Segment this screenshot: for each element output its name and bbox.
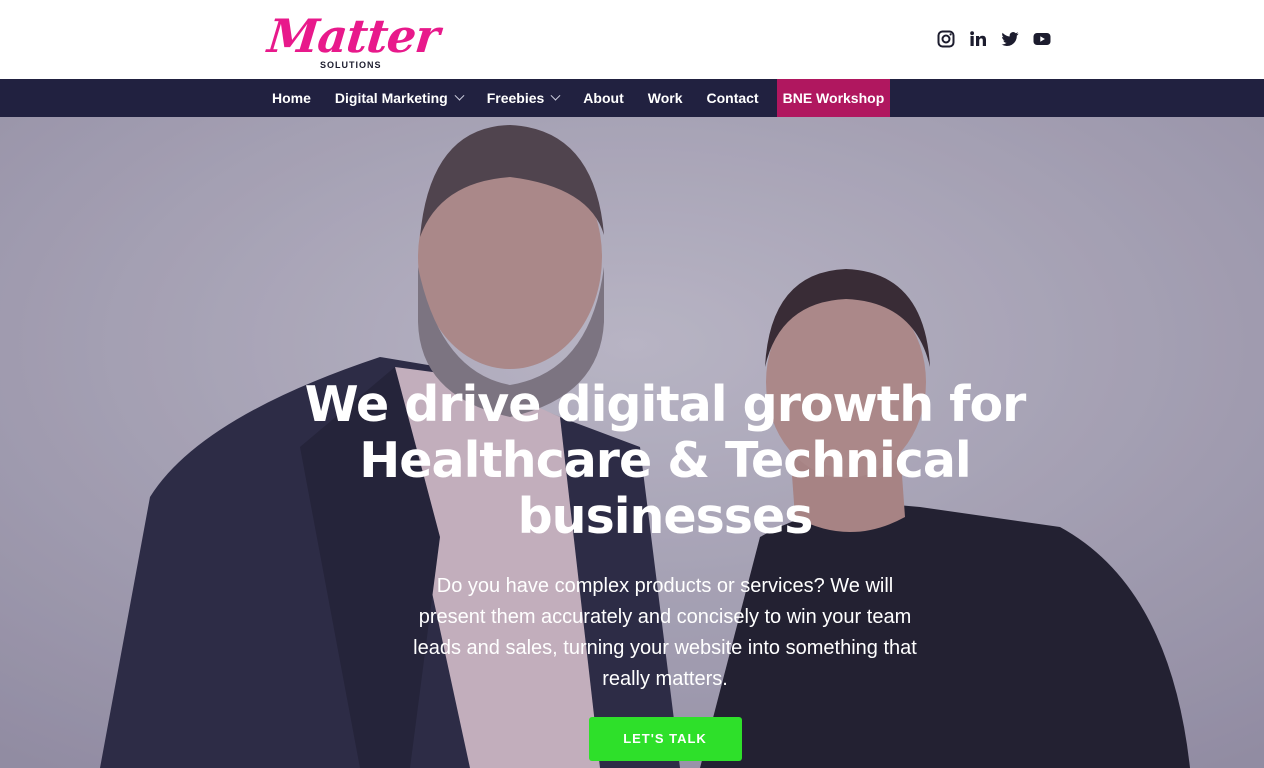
lets-talk-button[interactable]: LET'S TALK [588, 717, 742, 761]
nav-item-label: Contact [706, 90, 759, 106]
nav-item-work[interactable]: Work [638, 79, 693, 117]
hero-headline-line3: businesses [517, 488, 814, 545]
hero-headline-line1: We drive digital growth for [304, 376, 1027, 433]
nav-item-about[interactable]: About [573, 79, 633, 117]
hero-section: We drive digital growth for Healthcare &… [0, 117, 1264, 768]
nav-item-label: BNE Workshop [782, 90, 885, 106]
nav-item-label: About [583, 90, 624, 106]
nav-item-contact[interactable]: Contact [696, 79, 768, 117]
hero-content: We drive digital growth for Healthcare &… [232, 377, 1098, 761]
hero-headline: We drive digital growth for Healthcare &… [232, 377, 1098, 545]
logo-wordmark: Matter [265, 9, 442, 63]
nav-item-freebies[interactable]: Freebies [477, 79, 570, 117]
nav-item-label: Work [647, 90, 683, 106]
hero-subtitle: Do you have complex products or services… [413, 575, 917, 690]
nav-item-bne-workshop[interactable]: BNE Workshop [776, 79, 891, 117]
main-navigation: Home Digital Marketing Freebies About Wo… [0, 79, 1264, 117]
hero-headline-line2: Healthcare & Technical [359, 432, 971, 489]
nav-item-digital-marketing[interactable]: Digital Marketing [325, 79, 473, 117]
linkedin-icon[interactable] [968, 29, 988, 49]
youtube-icon[interactable] [1032, 29, 1052, 49]
social-links [936, 29, 1052, 49]
site-header: Matter SOLUTIONS [0, 0, 1264, 79]
nav-item-label: Home [272, 90, 311, 106]
logo-subtext: SOLUTIONS [320, 60, 382, 70]
nav-item-home[interactable]: Home [262, 79, 321, 117]
chevron-down-icon [550, 90, 561, 101]
instagram-icon[interactable] [936, 29, 956, 49]
nav-item-label: Freebies [486, 90, 545, 106]
twitter-icon[interactable] [1000, 29, 1020, 49]
matter-solutions-logo[interactable]: Matter SOLUTIONS [265, 8, 441, 74]
nav-item-label: Digital Marketing [334, 90, 448, 106]
chevron-down-icon [454, 90, 465, 101]
